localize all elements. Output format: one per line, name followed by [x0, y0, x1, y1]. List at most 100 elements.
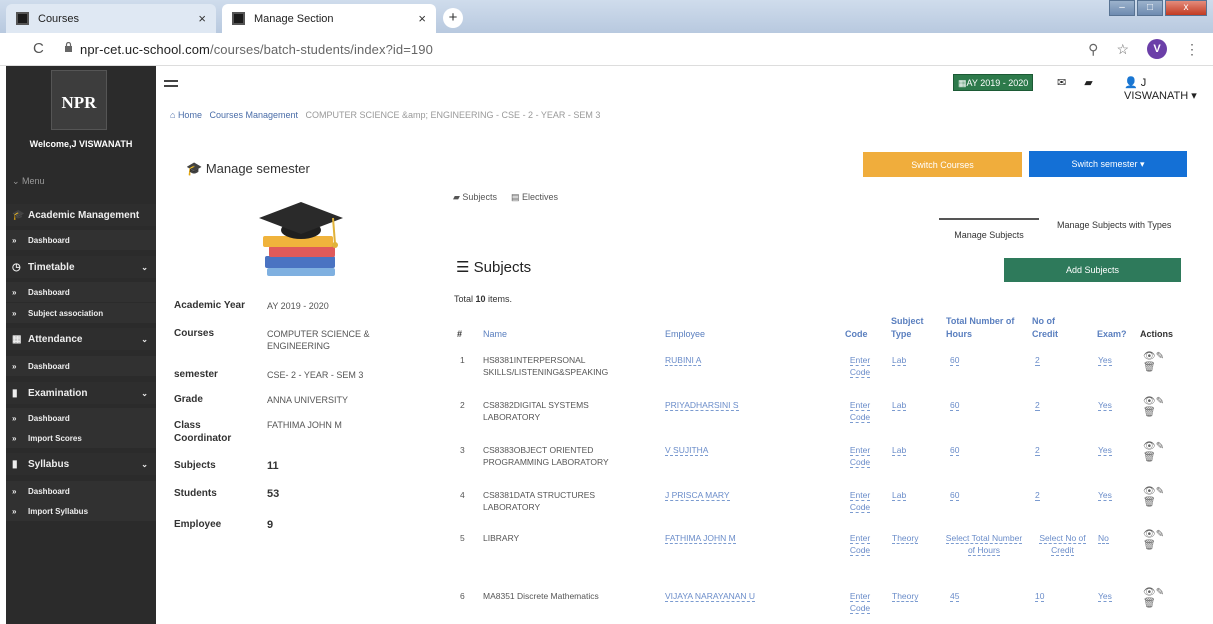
- delete-icon[interactable]: 🗑: [1143, 497, 1156, 508]
- sidebar-item-subject-association[interactable]: » Subject association: [6, 303, 156, 323]
- hours-field[interactable]: 60: [950, 354, 990, 366]
- exam-field[interactable]: Yes: [1098, 444, 1112, 456]
- view-icon[interactable]: 👁: [1143, 529, 1156, 540]
- breadcrumb-home[interactable]: Home: [178, 110, 202, 120]
- sidebar-item-dashboard[interactable]: » Dashboard: [6, 481, 156, 501]
- browser-tab-manage-section[interactable]: Manage Section ×: [222, 4, 436, 33]
- employee-link[interactable]: J PRISCA MARY: [665, 489, 815, 501]
- hours-field[interactable]: Select Total Number of Hours: [945, 532, 1023, 556]
- add-subjects-button[interactable]: Add Subjects: [1004, 258, 1181, 282]
- delete-icon[interactable]: 🗑: [1143, 362, 1156, 373]
- subnav-subjects[interactable]: ▰ Subjects: [453, 192, 497, 203]
- delete-icon[interactable]: 🗑: [1143, 540, 1156, 551]
- column-header-hours[interactable]: Total Number of Hours: [946, 315, 1026, 341]
- subject-type-field[interactable]: Lab: [892, 399, 937, 411]
- close-tab-icon[interactable]: ×: [418, 11, 426, 26]
- sidebar-item-syllabus[interactable]: ▮ Syllabus ⌄: [6, 453, 156, 475]
- view-icon[interactable]: 👁: [1143, 441, 1156, 452]
- credit-field[interactable]: 10: [1035, 590, 1090, 602]
- code-field[interactable]: Enter Code: [844, 489, 876, 513]
- code-field[interactable]: Enter Code: [844, 590, 876, 614]
- switch-semester-button[interactable]: Switch semester ▾: [1029, 151, 1187, 177]
- edit-icon[interactable]: ✎: [1156, 587, 1164, 598]
- column-header-subject-type[interactable]: Subject Type: [891, 315, 931, 341]
- column-header-exam[interactable]: Exam?: [1097, 328, 1127, 341]
- url-field[interactable]: npr-cet.uc-school.com/courses/batch-stud…: [80, 42, 433, 57]
- delete-icon[interactable]: 🗑: [1143, 452, 1156, 463]
- sidebar-item-dashboard[interactable]: » Dashboard: [6, 282, 156, 302]
- switch-courses-button[interactable]: Switch Courses: [863, 152, 1022, 177]
- hours-field[interactable]: 60: [950, 489, 990, 501]
- exam-field[interactable]: Yes: [1098, 590, 1112, 602]
- hamburger-menu-icon[interactable]: [164, 80, 178, 87]
- exam-field[interactable]: Yes: [1098, 354, 1112, 366]
- subject-type-field[interactable]: Theory: [892, 532, 937, 544]
- tab-manage-subjects-with-types[interactable]: Manage Subjects with Types: [1057, 220, 1171, 230]
- exam-field[interactable]: Yes: [1098, 489, 1112, 501]
- profile-avatar[interactable]: V: [1147, 39, 1167, 59]
- employee-link[interactable]: RUBINI A: [665, 354, 815, 366]
- credit-field[interactable]: Select No of Credit: [1035, 532, 1090, 556]
- column-header-credit[interactable]: No of Credit: [1032, 315, 1072, 341]
- sidebar-item-dashboard[interactable]: » Dashboard: [6, 356, 156, 376]
- breadcrumb-courses[interactable]: Courses Management: [209, 110, 298, 120]
- subject-type-field[interactable]: Theory: [892, 590, 937, 602]
- new-tab-button[interactable]: +: [443, 8, 463, 28]
- column-header-employee[interactable]: Employee: [665, 328, 705, 341]
- sidebar-item-timetable[interactable]: ◷ Timetable ⌄: [6, 256, 156, 278]
- close-window-button[interactable]: x: [1165, 0, 1207, 16]
- minimize-button[interactable]: –: [1109, 0, 1135, 16]
- view-icon[interactable]: 👁: [1143, 351, 1156, 362]
- sidebar-item-examination[interactable]: ▮ Examination ⌄: [6, 382, 156, 404]
- kebab-menu-icon[interactable]: ⋮: [1185, 41, 1199, 58]
- academic-year-badge[interactable]: ▦AY 2019 - 2020: [953, 74, 1034, 91]
- hours-field[interactable]: 60: [950, 444, 990, 456]
- credit-field[interactable]: 2: [1035, 354, 1090, 366]
- edit-icon[interactable]: ✎: [1156, 396, 1164, 407]
- user-menu[interactable]: 👤 J VISWANATH ▾: [1124, 76, 1213, 102]
- code-field[interactable]: Enter Code: [844, 354, 876, 378]
- exam-field[interactable]: Yes: [1098, 399, 1112, 411]
- edit-icon[interactable]: ✎: [1156, 529, 1164, 540]
- sidebar-item-import-scores[interactable]: » Import Scores: [6, 428, 156, 448]
- view-icon[interactable]: 👁: [1143, 587, 1156, 598]
- sidebar-item-dashboard[interactable]: » Dashboard: [6, 408, 156, 428]
- book-icon[interactable]: ▰: [1084, 76, 1092, 89]
- delete-icon[interactable]: 🗑: [1143, 407, 1156, 418]
- exam-field[interactable]: No: [1098, 532, 1109, 544]
- envelope-icon[interactable]: ✉: [1057, 76, 1066, 89]
- credit-field[interactable]: 2: [1035, 399, 1090, 411]
- sidebar-item-dashboard[interactable]: » Dashboard: [6, 230, 156, 250]
- code-field[interactable]: Enter Code: [844, 532, 876, 556]
- view-icon[interactable]: 👁: [1143, 396, 1156, 407]
- edit-icon[interactable]: ✎: [1156, 486, 1164, 497]
- sidebar-item-attendance[interactable]: ▦ Attendance ⌄: [6, 328, 156, 350]
- menu-toggle[interactable]: ⌄ Menu: [12, 176, 45, 187]
- browser-tab-courses[interactable]: Courses ×: [6, 4, 216, 33]
- credit-field[interactable]: 2: [1035, 444, 1090, 456]
- subject-type-field[interactable]: Lab: [892, 354, 937, 366]
- subnav-electives[interactable]: ▤ Electives: [511, 192, 558, 203]
- subject-type-field[interactable]: Lab: [892, 444, 937, 456]
- subject-type-field[interactable]: Lab: [892, 489, 937, 501]
- employee-link[interactable]: PRIYADHARSINI S: [665, 399, 815, 411]
- delete-icon[interactable]: 🗑: [1143, 598, 1156, 609]
- column-header-name[interactable]: Name: [483, 328, 507, 341]
- reload-icon[interactable]: C: [33, 40, 44, 57]
- star-icon[interactable]: ☆: [1116, 41, 1129, 58]
- hours-field[interactable]: 60: [950, 399, 990, 411]
- sidebar-item-import-syllabus[interactable]: » Import Syllabus: [6, 501, 156, 521]
- code-field[interactable]: Enter Code: [844, 399, 876, 423]
- employee-link[interactable]: V SUJITHA: [665, 444, 815, 456]
- maximize-button[interactable]: □: [1137, 0, 1163, 16]
- employee-link[interactable]: FATHIMA JOHN M: [665, 532, 815, 544]
- employee-link[interactable]: VIJAYA NARAYANAN U: [665, 590, 815, 602]
- view-icon[interactable]: 👁: [1143, 486, 1156, 497]
- sidebar-item-academic-management[interactable]: 🎓 Academic Management: [6, 204, 156, 226]
- column-header-code[interactable]: Code: [845, 328, 868, 341]
- close-tab-icon[interactable]: ×: [198, 11, 206, 26]
- code-field[interactable]: Enter Code: [844, 444, 876, 468]
- credit-field[interactable]: 2: [1035, 489, 1090, 501]
- search-icon[interactable]: ⚲: [1088, 41, 1098, 58]
- edit-icon[interactable]: ✎: [1156, 441, 1164, 452]
